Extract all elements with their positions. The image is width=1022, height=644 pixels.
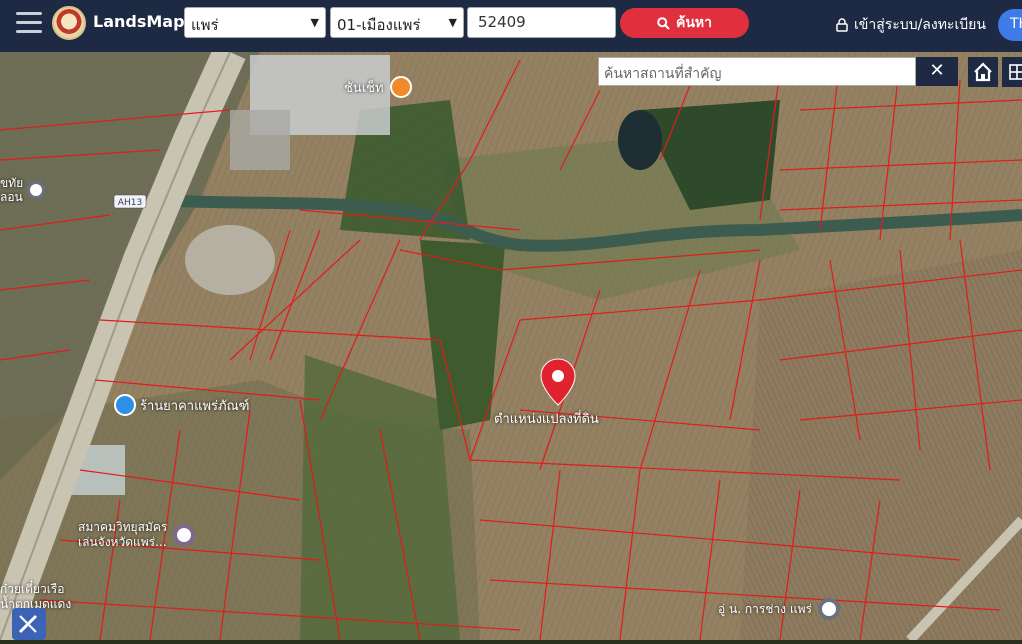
- parcel-marker-icon[interactable]: [540, 358, 576, 410]
- poi-radio-association[interactable]: สมาคมวิทยุสมัคร เล่นจังหวัดแพร่...: [78, 520, 196, 550]
- login-label: เข้าสู่ระบบ/ลงทะเบียน: [854, 17, 986, 33]
- parcel-marker-label: ตำแหน่งแปลงที่ดิน: [494, 412, 599, 427]
- search-icon: [657, 16, 670, 30]
- lock-icon: [836, 18, 848, 32]
- district-select-value: 01-เมืองแพร่: [337, 16, 421, 34]
- province-select[interactable]: แพร่ ▼: [184, 7, 326, 38]
- landsmaps-logo[interactable]: [52, 6, 86, 40]
- shop-icon: [114, 394, 136, 416]
- poi-label: อู่ น. การช่าง แพร่: [718, 601, 812, 616]
- parcel-number-input[interactable]: 52409: [467, 7, 616, 38]
- home-icon: [974, 62, 992, 82]
- restaurant-icon: [389, 76, 412, 98]
- hamburger-menu-icon[interactable]: [16, 12, 42, 34]
- chevron-down-icon: ▼: [310, 16, 319, 29]
- radio-icon: [173, 524, 196, 546]
- grid-icon: [1009, 64, 1022, 80]
- place-search-input[interactable]: ค้นหาสถานที่สำคัญ: [598, 57, 916, 86]
- poi-restaurant[interactable]: ชันเช็ท: [344, 76, 412, 98]
- place-icon: [817, 598, 840, 620]
- road-shield-label: AH13: [118, 198, 142, 208]
- login-link[interactable]: เข้าสู่ระบบ/ลงทะเบียน: [836, 14, 986, 36]
- province-select-value: แพร่: [191, 16, 219, 34]
- measure-tool-button[interactable]: [12, 608, 46, 640]
- top-navigation-bar: LandsMaps แพร่ ▼ 01-เมืองแพร่ ▼ 52409 ค้…: [0, 0, 1022, 52]
- map-imagery: AH13: [0, 52, 1022, 640]
- poi-label: ชันเช็ท: [344, 80, 384, 96]
- district-select[interactable]: 01-เมืองแพร่ ▼: [330, 7, 464, 38]
- poi-garage[interactable]: อู่ น. การช่าง แพร่: [718, 598, 840, 620]
- home-button[interactable]: [968, 57, 998, 87]
- poi-label: ขทัย ลอน: [0, 176, 24, 204]
- chevron-down-icon: ▼: [448, 16, 457, 29]
- language-toggle[interactable]: TH: [998, 9, 1022, 41]
- search-button[interactable]: ค้นหา: [620, 8, 749, 38]
- search-button-label: ค้นหา: [675, 15, 713, 31]
- ruler-icon: [18, 614, 38, 634]
- poi-place-left[interactable]: ขทัย ลอน: [0, 176, 46, 204]
- poi-shop[interactable]: ร้านยาคาแพร่ภัณฑ์: [114, 394, 249, 416]
- brand-name: LandsMaps: [93, 12, 195, 31]
- clear-search-button[interactable]: ✕: [916, 57, 958, 86]
- place-icon: [27, 181, 46, 199]
- satellite-map[interactable]: AH13 ชันเช็ท ขทัย ลอน ร้านยาคาแพร่ภัณฑ์ …: [0, 52, 1022, 640]
- poi-label: ร้านยาคาแพร่ภัณฑ์: [140, 398, 250, 414]
- poi-label: สมาคมวิทยุสมัคร เล่นจังหวัดแพร่...: [78, 520, 168, 549]
- layers-button[interactable]: [1002, 57, 1022, 87]
